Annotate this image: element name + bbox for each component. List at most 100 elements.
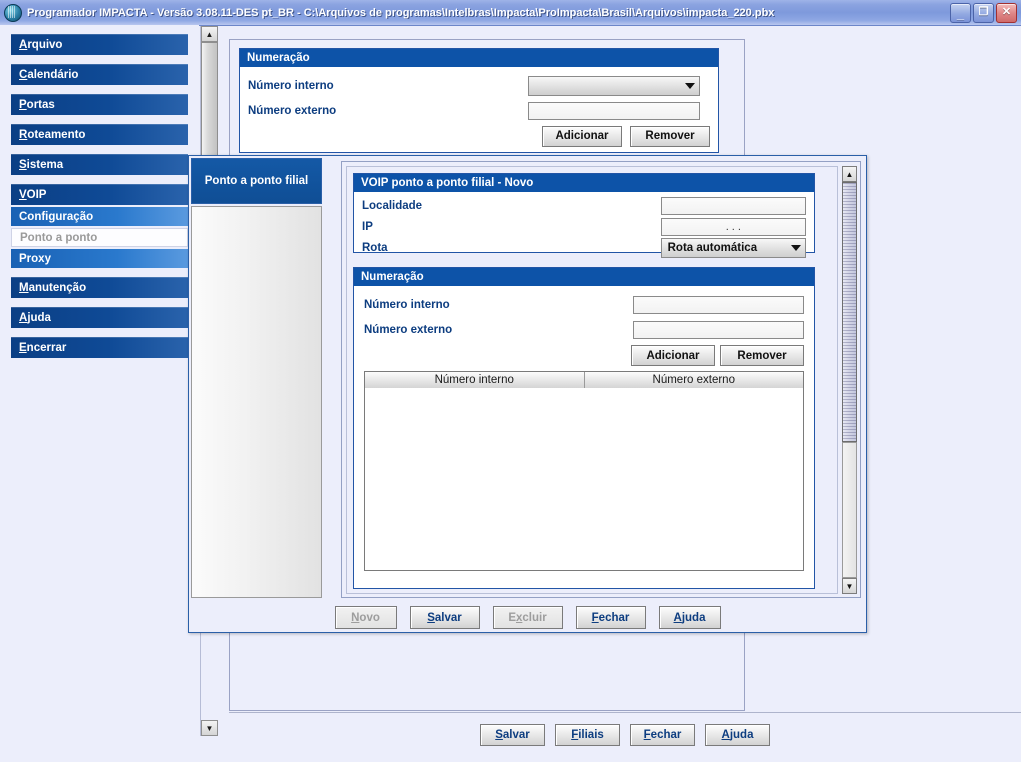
- window-title: Programador IMPACTA - Versão 3.08.11-DES…: [27, 6, 775, 19]
- sidebar-item-label: Proxy: [19, 252, 51, 265]
- chevron-down-icon: [791, 245, 801, 251]
- sidebar-item-arquivo[interactable]: Arquivo: [11, 34, 188, 55]
- scroll-up-icon[interactable]: ▲: [201, 26, 218, 42]
- sidebar-item-encerrar[interactable]: Encerrar: [11, 337, 188, 358]
- bg-remover-button[interactable]: Remover: [630, 125, 710, 147]
- dialog-novo-button[interactable]: Novo: [334, 606, 397, 629]
- dialog-scrollbar[interactable]: ▲ ▼: [842, 166, 858, 594]
- sidebar-item-label: Configuração: [19, 210, 94, 223]
- dialog-scroll-viewport: VOIP ponto a ponto filial - Novo Localid…: [346, 166, 838, 594]
- localidade-input[interactable]: [660, 196, 806, 215]
- voip-group-body: Localidade IP . . . Rota Rota automática: [354, 192, 814, 262]
- sidebar-item-calendario[interactable]: Calendário: [11, 64, 188, 85]
- dlg-remover-button[interactable]: Remover: [720, 345, 804, 366]
- sidebar-item-label: Portas: [19, 98, 55, 111]
- sidebar-item-proxy[interactable]: Proxy: [11, 249, 188, 268]
- sidebar-item-label: VOIP: [19, 188, 47, 201]
- main-salvar-button[interactable]: Salvar: [480, 724, 545, 746]
- sidebar-item-sistema[interactable]: Sistema: [11, 154, 188, 175]
- localidade-label: Localidade: [362, 199, 423, 212]
- group-title: Numeração: [240, 49, 718, 67]
- sidebar-item-ponto-a-ponto[interactable]: Ponto a ponto: [11, 228, 188, 247]
- scroll-down-icon[interactable]: ▼: [201, 720, 218, 736]
- bg-numero-externo-label: Número externo: [248, 104, 337, 117]
- window-controls: _ ❐ ✕: [950, 2, 1017, 23]
- numeracao-group-title: Numeração: [354, 268, 814, 286]
- ip-label: IP: [362, 220, 373, 233]
- dialog-footer-buttons: Novo Salvar Excluir Fechar Ajuda: [191, 604, 864, 631]
- numeracao-table[interactable]: Número interno Número externo: [364, 371, 804, 571]
- label: Filiais: [571, 729, 604, 741]
- sidebar-item-label: Encerrar: [19, 341, 67, 354]
- main-footer-buttons: Salvar Filiais Fechar Ajuda: [229, 716, 1021, 762]
- table-column-numero-externo[interactable]: Número externo: [584, 372, 803, 388]
- bg-numero-interno-combo[interactable]: [528, 75, 700, 96]
- minimize-button[interactable]: _: [950, 2, 971, 23]
- bg-numero-externo-input[interactable]: [528, 101, 700, 120]
- ip-input[interactable]: . . .: [660, 217, 806, 236]
- dialog-numeracao-group: Numeração Número interno Número externo …: [353, 267, 815, 589]
- label: Fechar: [591, 611, 630, 624]
- dialog-scrollbar-thumb[interactable]: [842, 182, 857, 442]
- bg-numeracao-actions: Adicionar Remover: [248, 123, 710, 149]
- close-button[interactable]: ✕: [996, 2, 1017, 23]
- dialog-scroll-down-icon[interactable]: ▼: [842, 578, 857, 594]
- dlg-adicionar-button[interactable]: Adicionar: [631, 345, 715, 366]
- rota-row: Rota Rota automática: [362, 237, 806, 259]
- label: Excluir: [508, 611, 547, 624]
- sidebar-item-portas[interactable]: Portas: [11, 94, 188, 115]
- minimize-icon: _: [956, 5, 965, 21]
- dialog-scroll-up-icon[interactable]: ▲: [842, 166, 857, 182]
- sidebar-item-label: Sistema: [19, 158, 64, 171]
- footer-divider: [229, 712, 1021, 713]
- dialog-fechar-button[interactable]: Fechar: [575, 606, 646, 629]
- chevron-down-icon: [685, 82, 695, 89]
- dlg-numeracao-actions: Adicionar Remover: [364, 342, 804, 369]
- sidebar-item-roteamento[interactable]: Roteamento: [11, 124, 188, 145]
- rota-label: Rota: [362, 242, 388, 254]
- window-titlebar: Programador IMPACTA - Versão 3.08.11-DES…: [0, 0, 1021, 26]
- label: Novo: [351, 611, 380, 624]
- table-column-numero-interno[interactable]: Número interno: [365, 372, 585, 388]
- app-globe-icon: [4, 3, 22, 22]
- bg-adicionar-button[interactable]: Adicionar: [542, 125, 622, 147]
- voip-filial-group: VOIP ponto a ponto filial - Novo Localid…: [353, 173, 815, 258]
- label: Salvar: [495, 729, 530, 741]
- sidebar-item-voip[interactable]: VOIP: [11, 184, 188, 205]
- bg-numero-interno-label: Número interno: [248, 79, 334, 92]
- dialog-salvar-button[interactable]: Salvar: [409, 606, 480, 629]
- dlg-numero-interno-label: Número interno: [364, 298, 450, 311]
- voip-group-title: VOIP ponto a ponto filial - Novo: [354, 174, 814, 192]
- application-window: Programador IMPACTA - Versão 3.08.11-DES…: [0, 0, 1021, 746]
- dialog-tab-header[interactable]: Ponto a ponto filial: [191, 158, 322, 204]
- filial-list-panel[interactable]: [191, 206, 322, 598]
- main-fechar-button[interactable]: Fechar: [630, 724, 695, 746]
- ip-value: . . .: [725, 220, 741, 233]
- rota-select[interactable]: Rota automática: [660, 238, 806, 258]
- restore-icon: ❐: [978, 6, 989, 18]
- dlg-numero-externo-label: Número externo: [364, 323, 453, 336]
- numeracao-group-body: Número interno Número externo Adicionar …: [354, 286, 814, 577]
- label: Ajuda: [721, 729, 754, 741]
- label: Fechar: [643, 729, 682, 741]
- sidebar-item-manutencao[interactable]: Manutenção: [11, 277, 188, 298]
- restore-button[interactable]: ❐: [973, 2, 994, 23]
- dialog-excluir-button[interactable]: Excluir: [492, 606, 563, 629]
- label: Salvar: [427, 611, 462, 624]
- main-ajuda-button[interactable]: Ajuda: [705, 724, 770, 746]
- close-icon: ✕: [1001, 6, 1012, 18]
- sidebar-item-label: Ponto a ponto: [20, 231, 98, 244]
- sidebar-item-configuracao[interactable]: Configuração: [11, 207, 188, 226]
- dialog-ajuda-button[interactable]: Ajuda: [658, 606, 721, 629]
- sidebar-item-label: Ajuda: [19, 311, 51, 324]
- main-filiais-button[interactable]: Filiais: [555, 724, 620, 746]
- bg-numero-externo-row: Número externo: [248, 98, 710, 123]
- sidebar-item-ajuda[interactable]: Ajuda: [11, 307, 188, 328]
- sidebar-item-label: Calendário: [19, 68, 79, 81]
- ip-row: IP . . .: [362, 216, 806, 237]
- dlg-numero-externo-input[interactable]: [632, 320, 804, 339]
- sidebar-item-label: Manutenção: [19, 281, 87, 294]
- dialog-scrollbar-track[interactable]: [842, 442, 857, 578]
- dlg-numero-interno-input[interactable]: [632, 295, 804, 314]
- background-numeracao-group: Numeração Número interno Número externo: [239, 48, 719, 153]
